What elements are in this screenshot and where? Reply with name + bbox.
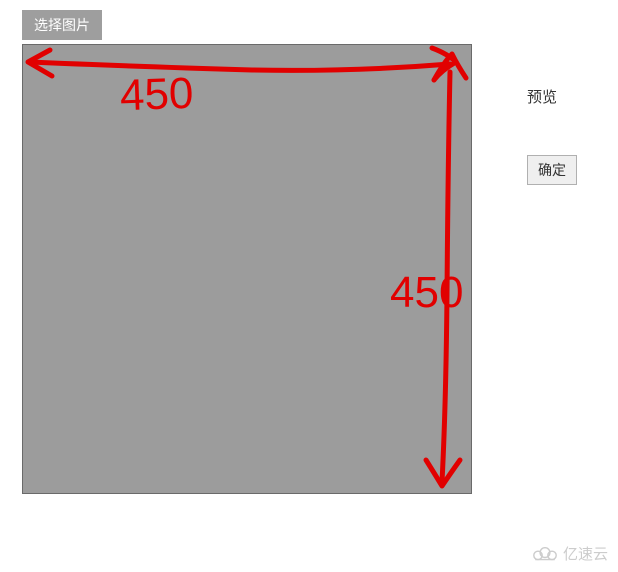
confirm-button[interactable]: 确定 [527, 155, 577, 185]
watermark: 亿速云 [531, 543, 608, 564]
select-image-button[interactable]: 选择图片 [22, 10, 102, 40]
preview-label: 预览 [527, 86, 557, 107]
image-drop-area[interactable] [22, 44, 472, 494]
watermark-text: 亿速云 [563, 543, 608, 564]
cloud-icon [531, 545, 559, 563]
